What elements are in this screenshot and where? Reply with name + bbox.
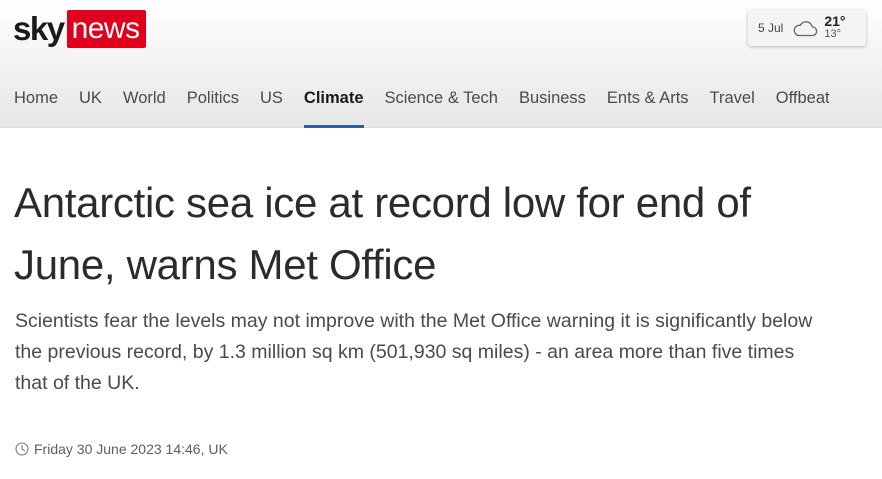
article-headline: Antarctic sea ice at record low for end … [14, 179, 751, 288]
weather-widget[interactable]: 5 Jul 21° 13° [748, 10, 866, 46]
nav-item-climate[interactable]: Climate [303, 84, 364, 128]
clock-icon [15, 442, 29, 456]
sky-news-logo[interactable]: sky news [13, 10, 146, 48]
timestamp-text: Friday 30 June 2023 14:46, UK [34, 441, 228, 457]
logo-sky-text: sky [13, 10, 65, 47]
nav-item-business[interactable]: Business [519, 84, 586, 128]
article-standfirst: Scientists fear the levels may not impro… [15, 310, 813, 394]
logo-news-badge: news [66, 10, 146, 48]
weather-temps: 21° 13° [824, 13, 846, 41]
nav-item-offbeat[interactable]: Offbeat [776, 84, 830, 128]
weather-date: 5 Jul [758, 21, 784, 35]
weather-low-temp: 13° [824, 28, 841, 40]
nav-item-home[interactable]: Home [14, 84, 58, 128]
nav-item-world[interactable]: World [123, 84, 166, 128]
nav-item-travel[interactable]: Travel [710, 84, 755, 128]
masthead: sky news 5 Jul 21° 13° Home UK World Pol… [0, 0, 882, 128]
nav-item-us[interactable]: US [260, 84, 283, 128]
cloud-icon [793, 21, 818, 37]
nav-item-uk[interactable]: UK [79, 84, 102, 128]
nav-item-politics[interactable]: Politics [187, 84, 239, 128]
main-nav: Home UK World Politics US Climate Scienc… [0, 84, 851, 128]
nav-item-ents-arts[interactable]: Ents & Arts [607, 84, 689, 128]
article-timestamp: Friday 30 June 2023 14:46, UK [15, 441, 228, 457]
weather-high-temp: 21° [824, 13, 846, 29]
nav-item-science-tech[interactable]: Science & Tech [385, 84, 498, 128]
